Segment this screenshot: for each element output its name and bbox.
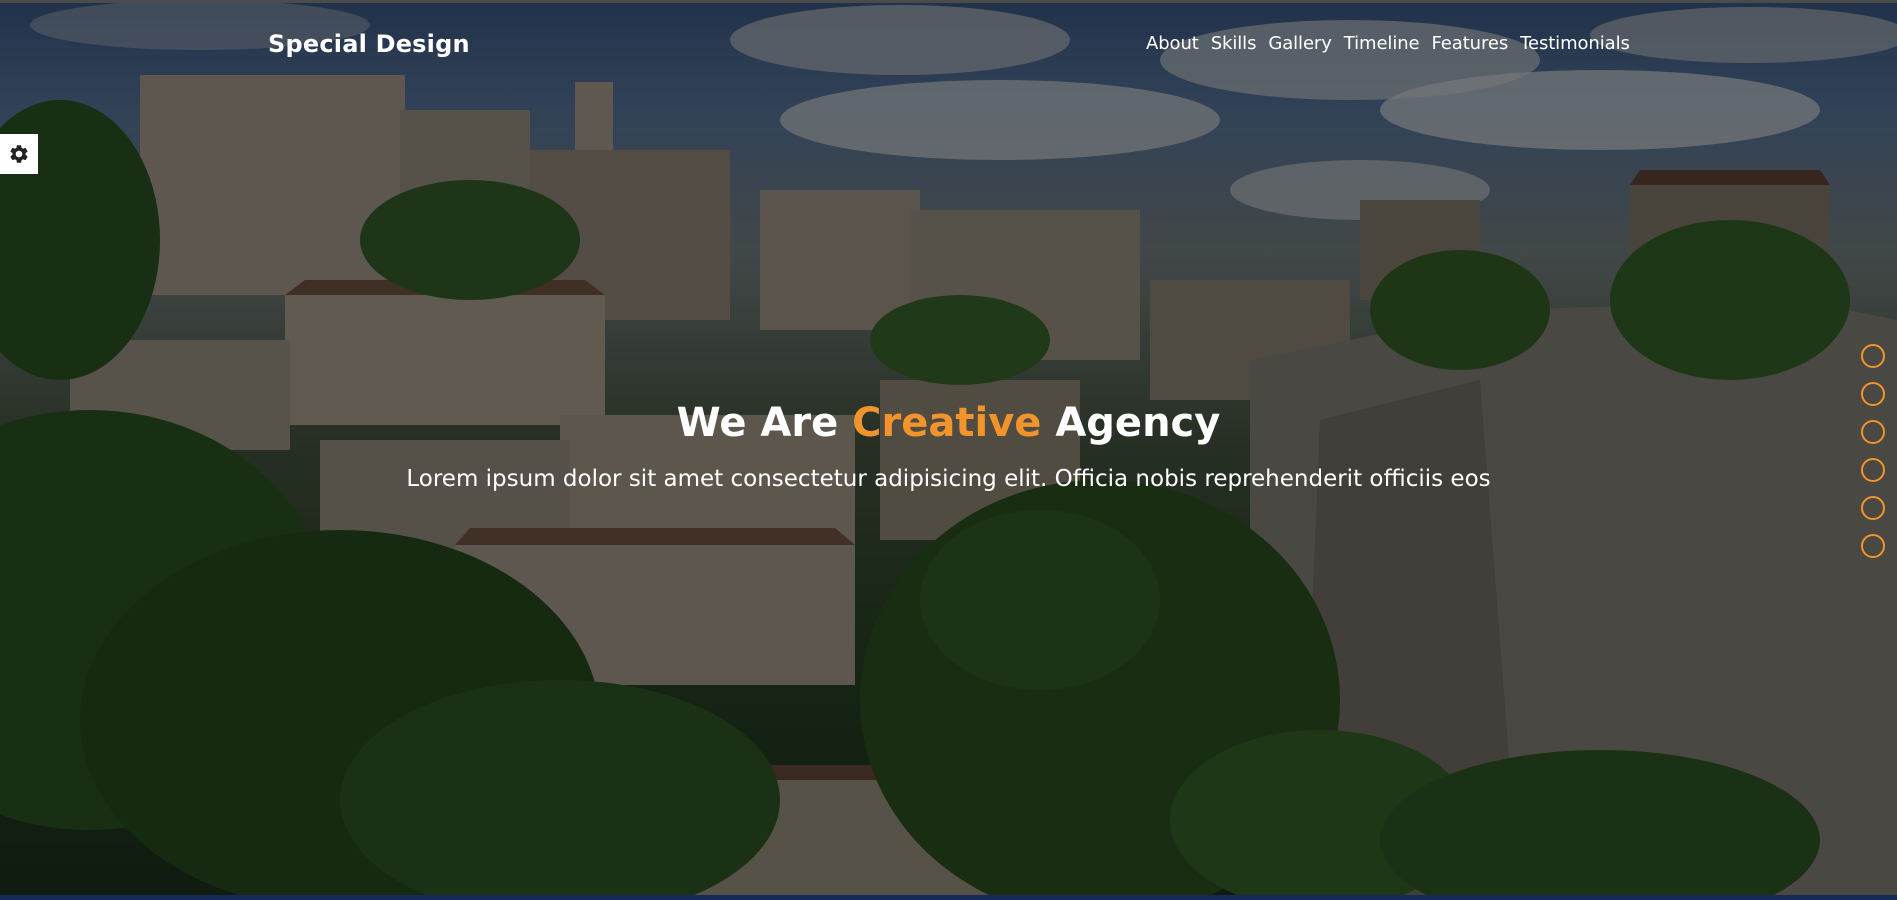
headline-suffix: Agency (1055, 400, 1221, 446)
bullet-features[interactable] (1861, 496, 1885, 520)
section-bullets (1861, 344, 1885, 558)
gear-icon (10, 145, 28, 163)
nav-skills[interactable]: Skills (1211, 33, 1257, 54)
bottom-border (0, 895, 1897, 900)
headline-accent: Creative (852, 400, 1042, 446)
bullet-skills[interactable] (1861, 382, 1885, 406)
hero-headline: We Are Creative Agency (0, 400, 1897, 446)
nav-gallery[interactable]: Gallery (1268, 33, 1332, 54)
hero-section (0, 0, 1897, 900)
nav-timeline[interactable]: Timeline (1344, 33, 1420, 54)
settings-toggle-button[interactable] (0, 134, 38, 174)
bullet-about[interactable] (1861, 344, 1885, 368)
nav-testimonials[interactable]: Testimonials (1520, 33, 1630, 54)
nav-features[interactable]: Features (1432, 33, 1509, 54)
hero-subtitle: Lorem ipsum dolor sit amet consectetur a… (406, 466, 1491, 492)
nav-about[interactable]: About (1146, 33, 1199, 54)
bullet-testimonials[interactable] (1861, 534, 1885, 558)
bullet-timeline[interactable] (1861, 458, 1885, 482)
headline-prefix: We Are (676, 400, 839, 446)
site-logo[interactable]: Special Design (268, 30, 470, 58)
hero-dark-overlay (0, 0, 1897, 900)
main-nav: About Skills Gallery Timeline Features T… (1146, 33, 1630, 54)
top-border (0, 0, 1897, 3)
bullet-gallery[interactable] (1861, 420, 1885, 444)
